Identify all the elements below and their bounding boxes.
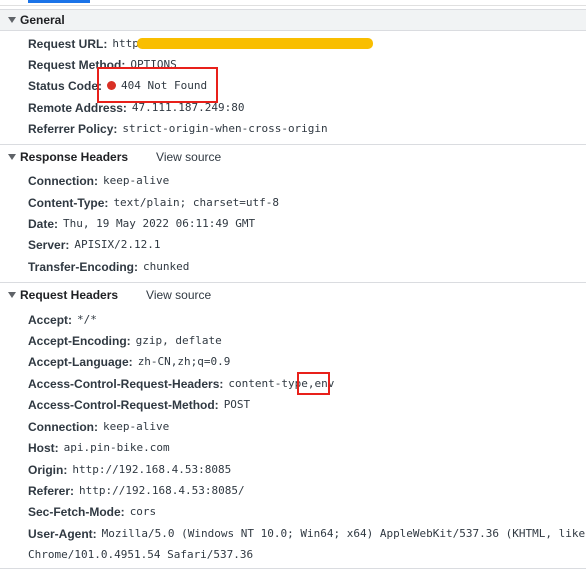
header-row: Accept-Encoding: gzip, deflate: [28, 330, 222, 351]
header-row: Server: APISIX/2.12.1: [28, 234, 160, 255]
header-value: keep-alive: [103, 420, 170, 433]
triangle-down-icon[interactable]: [8, 154, 16, 160]
response-headers-section-header[interactable]: Response Headers View source: [0, 147, 586, 167]
header-key: Accept-Language:: [28, 354, 133, 369]
header-row: Access-Control-Request-Headers: content-…: [28, 373, 334, 394]
header-value: Thu, 19 May 2022 06:11:49 GMT: [63, 217, 256, 230]
header-key: Access-Control-Request-Method:: [28, 397, 219, 412]
header-value: cors: [129, 505, 157, 518]
header-row: User-Agent: Mozilla/5.0 (Windows NT 10.0…: [28, 523, 586, 544]
request-url-row: Request URL: http:: [28, 33, 145, 54]
response-headers-title: Response Headers: [20, 150, 129, 164]
env-highlight-box: [297, 372, 330, 395]
panel-top-border: [0, 0, 586, 6]
header-row: Host: api.pin-bike.com: [28, 437, 170, 458]
header-value: keep-alive: [103, 174, 170, 187]
header-value: http://192.168.4.53:8085: [72, 463, 232, 476]
header-key: Referer:: [28, 483, 75, 498]
header-row: Accept-Language: zh-CN,zh;q=0.9: [28, 351, 230, 372]
bottom-divider: [0, 568, 586, 569]
header-key: Access-Control-Request-Headers:: [28, 376, 224, 391]
header-key: Accept-Encoding:: [28, 333, 131, 348]
header-key: Connection:: [28, 173, 98, 188]
header-row: Connection: keep-alive: [28, 170, 169, 191]
user-agent-continuation-row: Chrome/101.0.4951.54 Safari/537.36: [28, 544, 253, 565]
request-url-key: Request URL:: [28, 36, 108, 51]
header-row: Date: Thu, 19 May 2022 06:11:49 GMT: [28, 213, 255, 234]
header-key: Connection:: [28, 419, 98, 434]
header-row: Transfer-Encoding: chunked: [28, 256, 189, 277]
header-key: Content-Type:: [28, 195, 109, 210]
general-title: General: [20, 13, 65, 27]
referrer-policy-value: strict-origin-when-cross-origin: [122, 122, 328, 135]
user-agent-continued-value: Chrome/101.0.4951.54 Safari/537.36: [28, 548, 254, 561]
general-section-header[interactable]: General: [0, 9, 586, 31]
header-value: zh-CN,zh;q=0.9: [137, 355, 231, 368]
header-value: Mozilla/5.0 (Windows NT 10.0; Win64; x64…: [101, 527, 586, 540]
header-value: chunked: [143, 260, 190, 273]
header-key: Sec-Fetch-Mode:: [28, 504, 125, 519]
redacted-url-highlight: [137, 38, 373, 49]
header-row: Access-Control-Request-Method: POST: [28, 394, 250, 415]
referrer-policy-key: Referrer Policy:: [28, 121, 118, 136]
header-key: User-Agent:: [28, 526, 97, 541]
header-key: Transfer-Encoding:: [28, 259, 139, 274]
header-key: Server:: [28, 237, 70, 252]
header-value: POST: [223, 398, 251, 411]
header-key: Accept:: [28, 312, 73, 327]
request-headers-section-header[interactable]: Request Headers View source: [0, 285, 586, 305]
active-tab-indicator: [28, 0, 90, 3]
triangle-down-icon[interactable]: [8, 292, 16, 298]
referrer-policy-row: Referrer Policy: strict-origin-when-cros…: [28, 118, 328, 139]
header-row: Sec-Fetch-Mode: cors: [28, 501, 156, 522]
header-key: Date:: [28, 216, 59, 231]
section-divider: [0, 282, 586, 283]
header-value: */*: [77, 313, 97, 326]
remote-address-row: Remote Address: 47.111.187.249:80: [28, 97, 245, 118]
header-row: Referer: http://192.168.4.53:8085/: [28, 480, 245, 501]
header-row: Content-Type: text/plain; charset=utf-8: [28, 192, 279, 213]
header-value: gzip, deflate: [135, 334, 222, 347]
header-value: api.pin-bike.com: [63, 441, 170, 454]
remote-address-key: Remote Address:: [28, 100, 127, 115]
header-value: http://192.168.4.53:8085/: [79, 484, 245, 497]
header-value: text/plain; charset=utf-8: [113, 196, 280, 209]
header-key: Origin:: [28, 462, 68, 477]
response-view-source-link[interactable]: View source: [156, 150, 221, 164]
header-key: Host:: [28, 440, 59, 455]
request-headers-title: Request Headers: [20, 288, 119, 302]
header-row: Origin: http://192.168.4.53:8085: [28, 459, 231, 480]
section-divider: [0, 144, 586, 145]
triangle-down-icon[interactable]: [8, 17, 16, 23]
remote-address-value: 47.111.187.249:80: [131, 101, 245, 114]
header-value: APISIX/2.12.1: [74, 238, 161, 251]
header-row: Accept: */*: [28, 309, 97, 330]
header-row: Connection: keep-alive: [28, 416, 169, 437]
status-code-key: Status Code:: [28, 78, 103, 93]
request-view-source-link[interactable]: View source: [146, 288, 211, 302]
